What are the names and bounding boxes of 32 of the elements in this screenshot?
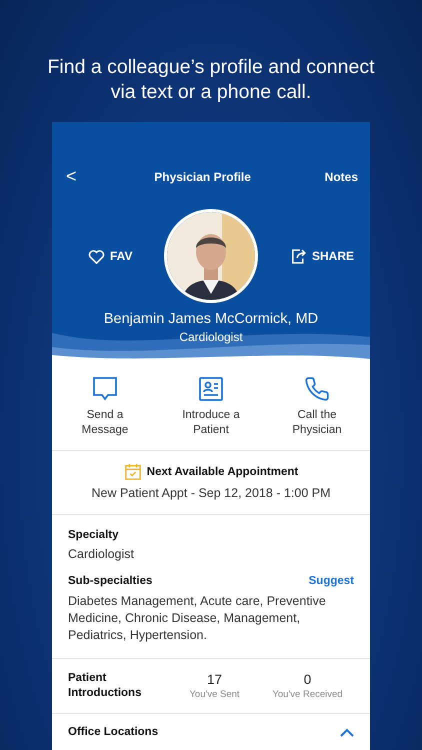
physician-role: Cardiologist <box>178 330 244 344</box>
headline: Find a colleague’s profile and connect via text or a phone call. <box>46 55 376 105</box>
subspecialties-label: Sub-specialties <box>68 575 152 587</box>
share-icon <box>290 248 307 264</box>
collapse-toggle[interactable] <box>340 728 354 736</box>
appointment-detail: New Patient Appt - Sep 12, 2018 - 1:00 PM <box>91 486 331 500</box>
subspecialties-text: Diabetes Management, Acute care, Preventive Medicine, Chronic Disease, Management, Pediatrics, Hypertension. <box>68 593 327 644</box>
back-button[interactable]: < <box>62 166 81 187</box>
appointment-title: Next Available Appointment <box>146 466 298 478</box>
heart-icon <box>88 248 105 264</box>
notes-button[interactable]: Notes <box>324 170 358 184</box>
share-button[interactable]: SHARE <box>290 248 354 264</box>
stat-value: 17 <box>206 672 222 687</box>
action-button[interactable]: Introduce a Patient <box>158 376 264 438</box>
screen-title: Physician Profile <box>154 170 251 184</box>
physician-name: Benjamin James McCormick, MD <box>102 311 320 327</box>
suggest-link[interactable]: Suggest <box>308 575 354 587</box>
stat-value: 0 <box>304 672 312 687</box>
action-button[interactable]: Call the Physician <box>264 376 370 438</box>
introductions-label: Patient Introductions <box>68 671 142 701</box>
calendar-icon <box>124 463 142 481</box>
specialty-value: Cardiologist <box>68 547 136 561</box>
stat-caption: You've Sent <box>189 689 240 700</box>
office-locations-label: Office Locations <box>68 726 158 738</box>
stat-caption: You've Received <box>272 689 343 700</box>
speech-bubble-icon <box>92 376 118 402</box>
phone-icon <box>304 376 330 402</box>
caret-icon <box>340 728 354 736</box>
specialty-label: Specialty <box>68 529 120 541</box>
action-button[interactable]: Send a Message <box>52 376 158 438</box>
fav-button[interactable]: FAV <box>88 248 132 264</box>
contact-card-icon <box>198 376 224 402</box>
